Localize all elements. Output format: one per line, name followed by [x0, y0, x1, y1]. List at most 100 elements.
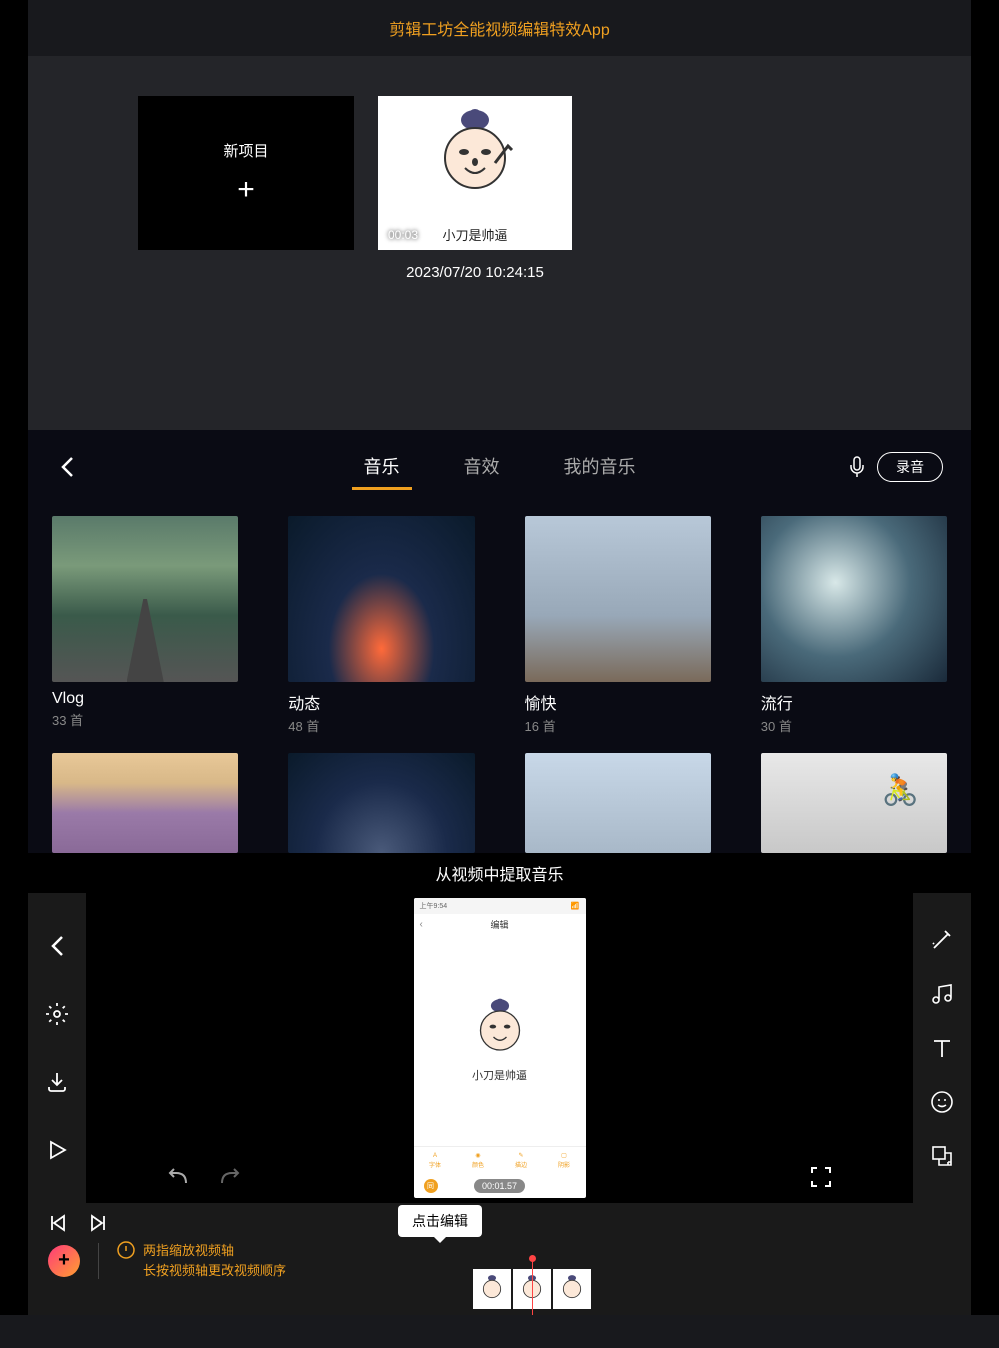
phone-toolbar: A字体 ◉颜色 ✎描边 ▢阴影 [414, 1146, 586, 1174]
phone-header-title: 编辑 [490, 918, 508, 931]
back-button[interactable] [56, 452, 78, 482]
sticker-button[interactable] [924, 1084, 960, 1120]
music-button[interactable] [924, 976, 960, 1012]
editor-panel: 上午9:54 📶 ‹ 编辑 小刀是帅逼 A字体 ◉ [0, 893, 999, 1203]
export-button[interactable] [39, 1064, 75, 1100]
music-categories-row2 [28, 735, 971, 853]
divider [98, 1243, 99, 1279]
phone-tool-shadow: ▢阴影 [558, 1152, 570, 1169]
phone-timestamp: 00:01.57 [474, 1179, 525, 1193]
undo-icon [166, 1167, 192, 1189]
magic-wand-icon [930, 928, 954, 952]
cartoon-icon [430, 108, 520, 208]
fullscreen-button[interactable] [809, 1165, 833, 1189]
app-header: 剪辑工坊全能视频编辑特效App [0, 0, 999, 56]
phone-body: 小刀是帅逼 [414, 934, 586, 1146]
chevron-left-icon [60, 456, 74, 478]
category-name: 流行 [761, 690, 947, 714]
phone-tool-color: ◉颜色 [472, 1152, 484, 1169]
settings-button[interactable] [39, 996, 75, 1032]
music-category[interactable] [288, 753, 474, 853]
tip-line-1: 两指缩放视频轴 [143, 1241, 286, 1261]
undo-button[interactable] [166, 1167, 192, 1189]
download-icon [45, 1070, 69, 1094]
redo-icon [216, 1167, 242, 1189]
magic-button[interactable] [924, 922, 960, 958]
new-project-button[interactable]: 新项目 + [138, 96, 354, 250]
category-name: 愉快 [525, 690, 711, 714]
play-button[interactable] [40, 1133, 74, 1167]
tab-music[interactable]: 音乐 [352, 445, 412, 490]
phone-preview[interactable]: 上午9:54 📶 ‹ 编辑 小刀是帅逼 A字体 ◉ [414, 898, 586, 1198]
timeline-clips[interactable] [473, 1269, 591, 1309]
category-count: 33 首 [52, 710, 238, 729]
music-tabs: 音乐 音效 我的音乐 [352, 445, 648, 490]
add-clip-button[interactable]: + [48, 1245, 80, 1277]
skip-end-icon [88, 1213, 108, 1233]
text-button[interactable] [924, 1030, 960, 1066]
category-name: 动态 [288, 690, 474, 714]
tab-effects[interactable]: 音效 [452, 445, 512, 490]
category-image [288, 753, 474, 853]
projects-panel: 新项目 + 00:03 小刀是帅逼 2023/07/20 10:24:15 [0, 56, 999, 430]
phone-status-bar: 上午9:54 📶 [414, 898, 586, 914]
music-category-dynamic[interactable]: 动态 48 首 [288, 516, 474, 735]
category-image [761, 753, 947, 853]
editor-preview: 上午9:54 📶 ‹ 编辑 小刀是帅逼 A字体 ◉ [86, 893, 913, 1203]
app-title: 剪辑工坊全能视频编辑特效App [389, 16, 609, 40]
category-image [52, 516, 238, 682]
record-button[interactable]: 录音 [877, 452, 943, 482]
category-image [52, 753, 238, 853]
fullscreen-icon [809, 1165, 833, 1189]
phone-back-icon: ‹ [420, 919, 423, 930]
music-category-vlog[interactable]: Vlog 33 首 [52, 516, 238, 735]
phone-record-icon: 同 [424, 1179, 438, 1193]
extract-music-bar[interactable]: 从视频中提取音乐 [0, 853, 999, 893]
record-button-group: 录音 [845, 452, 943, 482]
undo-redo-group [166, 1167, 242, 1189]
phone-body-text: 小刀是帅逼 [472, 1067, 527, 1083]
timeline-panel: 点击编辑 + 两指缩放视频轴 长按视频轴更改视频顺序 [0, 1203, 999, 1315]
phone-tool-stroke: ✎描边 [515, 1152, 527, 1169]
skip-end-button[interactable] [88, 1213, 108, 1233]
gear-icon [45, 1002, 69, 1026]
music-note-icon [930, 982, 954, 1006]
music-category-pop[interactable]: 流行 30 首 [761, 516, 947, 735]
playhead[interactable] [532, 1259, 533, 1315]
chevron-left-icon [50, 935, 64, 957]
layers-icon [930, 1144, 954, 1168]
layers-button[interactable] [924, 1138, 960, 1174]
clip-frame [513, 1269, 551, 1309]
music-category[interactable] [525, 753, 711, 853]
project-duration: 00:03 [388, 228, 418, 242]
cartoon-icon [470, 998, 530, 1063]
back-button[interactable] [44, 929, 70, 963]
music-category-happy[interactable]: 愉快 16 首 [525, 516, 711, 735]
play-icon [46, 1139, 68, 1161]
music-category[interactable] [52, 753, 238, 853]
skip-start-button[interactable] [48, 1213, 68, 1233]
project-item[interactable]: 00:03 小刀是帅逼 2023/07/20 10:24:15 [378, 96, 572, 430]
tab-mymusic[interactable]: 我的音乐 [552, 445, 648, 490]
music-categories-row1: Vlog 33 首 动态 48 首 愉快 16 首 流行 30 首 [28, 494, 971, 735]
category-image [761, 516, 947, 682]
phone-bottom-bar: 同 00:01.57 [414, 1174, 586, 1198]
new-project-label: 新项目 [223, 140, 268, 161]
music-category[interactable] [761, 753, 947, 853]
phone-status-time: 上午9:54 [420, 901, 448, 911]
music-header: 音乐 音效 我的音乐 录音 [28, 440, 971, 494]
category-image [288, 516, 474, 682]
edit-tooltip: 点击编辑 [398, 1205, 482, 1237]
category-image [525, 753, 711, 853]
phone-status-icons: 📶 [571, 902, 580, 910]
phone-tool-font: A字体 [429, 1153, 441, 1169]
editor-right-toolbar [913, 893, 971, 1203]
clip-frame [473, 1269, 511, 1309]
redo-button[interactable] [216, 1167, 242, 1189]
tip-line-2: 长按视频轴更改视频顺序 [143, 1261, 286, 1281]
category-image [525, 516, 711, 682]
category-count: 16 首 [525, 716, 711, 735]
timeline-controls [28, 1203, 971, 1233]
timeline-tips: 两指缩放视频轴 长按视频轴更改视频顺序 [117, 1241, 286, 1280]
project-thumbnail: 00:03 小刀是帅逼 [378, 96, 572, 250]
